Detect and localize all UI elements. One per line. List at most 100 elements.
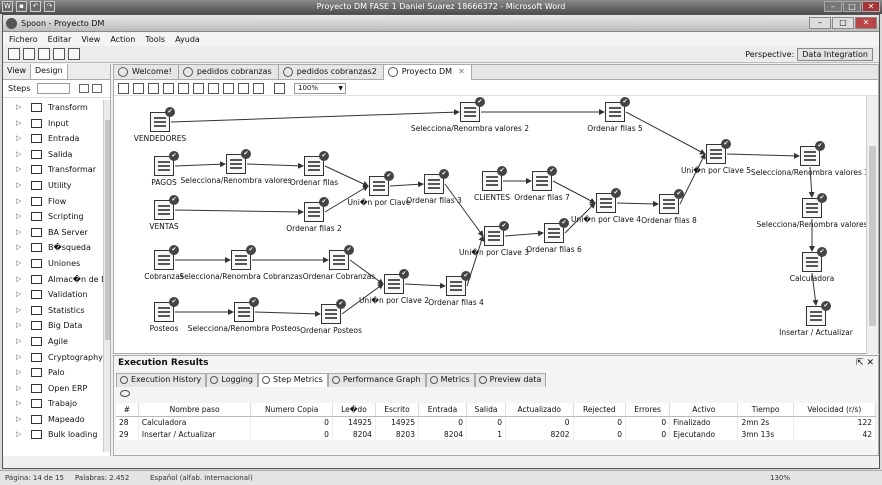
chevron-right-icon[interactable]: ▷ (16, 430, 21, 438)
tree-item[interactable]: ▷ Flow (3, 194, 103, 210)
tree-item[interactable]: ▷ Big Data (3, 318, 103, 334)
eye-icon[interactable] (120, 390, 130, 397)
tree-item[interactable]: ▷ Cryptography (3, 350, 103, 366)
tab-pedidos-cobranzas[interactable]: pedidos cobranzas (179, 65, 279, 80)
hop-arrow[interactable] (679, 153, 706, 205)
tree-item[interactable]: ▷ Open ERP (3, 381, 103, 397)
chevron-right-icon[interactable]: ▷ (16, 275, 21, 283)
column-header[interactable]: Velocidad (r/s) (793, 403, 877, 417)
tree-item[interactable]: ▷ Utility (3, 178, 103, 194)
spoon-maximize-button[interactable]: □ (832, 17, 854, 29)
tree-item[interactable]: ▷ Scripting (3, 209, 103, 225)
chevron-right-icon[interactable]: ▷ (16, 134, 21, 142)
page-count[interactable]: Página: 14 de 15 (5, 474, 64, 482)
chevron-right-icon[interactable]: ▷ (16, 368, 21, 376)
menu-fichero[interactable]: Fichero (9, 33, 38, 46)
hop-arrow[interactable] (504, 230, 544, 237)
explore-repository-icon[interactable] (38, 48, 50, 60)
language[interactable]: Español (alfab. internacional) (150, 474, 253, 482)
maximize-button[interactable]: □ (843, 1, 861, 12)
hop-arrow[interactable] (444, 183, 484, 237)
tree-item[interactable]: ▷ Transformar (3, 162, 103, 178)
maximize-panel-icon[interactable]: ⇱ (856, 358, 864, 368)
menu-action[interactable]: Action (110, 33, 135, 46)
menu-editar[interactable]: Editar (48, 33, 72, 46)
tree-item[interactable]: ▷ Agile (3, 334, 103, 350)
tab-welcome[interactable]: Welcome! (114, 65, 179, 80)
tree-item[interactable]: ▷ Input (3, 116, 103, 132)
tab-step-metrics[interactable]: Step Metrics (258, 373, 328, 387)
tab-design[interactable]: Design (30, 64, 68, 79)
hop-arrow[interactable] (170, 109, 460, 123)
column-header[interactable]: Activo (669, 403, 739, 417)
steps-scrollbar[interactable] (103, 100, 110, 452)
column-header[interactable]: # (116, 403, 139, 417)
tree-item[interactable]: ▷ Entrada (3, 131, 103, 147)
tab-proyecto-dm[interactable]: Proyecto DM ✕ (383, 65, 472, 80)
canvas-scrollbar[interactable] (866, 96, 878, 354)
word-count[interactable]: Palabras: 2.452 (75, 474, 129, 482)
column-header[interactable]: Numero Copia (250, 403, 333, 417)
hop-arrow[interactable] (254, 310, 321, 317)
chevron-right-icon[interactable]: ▷ (16, 259, 21, 267)
tab-view[interactable]: View (3, 64, 31, 79)
chevron-right-icon[interactable]: ▷ (16, 290, 21, 298)
zoom-level[interactable]: 130% (770, 474, 790, 482)
zoom-select[interactable]: 100% ▼ (294, 83, 346, 94)
tab-metrics[interactable]: Metrics (425, 373, 475, 387)
column-header[interactable]: Tiempo (737, 403, 794, 417)
expand-all-icon[interactable] (79, 84, 89, 93)
tab-execution-history[interactable]: Execution History (116, 373, 207, 387)
column-header[interactable]: Salida (466, 403, 506, 417)
chevron-right-icon[interactable]: ▷ (16, 150, 21, 158)
chevron-right-icon[interactable]: ▷ (16, 399, 21, 407)
debug-icon[interactable] (178, 83, 189, 94)
tree-item[interactable]: ▷ Palo (3, 365, 103, 381)
tree-item[interactable]: ▷ Bulk loading (3, 427, 103, 443)
scrollbar-thumb[interactable] (105, 120, 110, 340)
impact-icon[interactable] (223, 83, 234, 94)
hop-arrow[interactable] (404, 282, 446, 289)
tab-performance-graph[interactable]: Performance Graph (327, 373, 426, 387)
chevron-right-icon[interactable]: ▷ (16, 197, 21, 205)
chevron-right-icon[interactable]: ▷ (16, 353, 21, 361)
close-tab-icon[interactable]: ✕ (458, 67, 465, 76)
column-header[interactable]: Actualizado (505, 403, 574, 417)
column-header[interactable]: Errores (625, 403, 671, 417)
table-row[interactable]: 29 Insertar / Actualizar 0 8204 8203 8204 1 820… (116, 428, 877, 440)
tree-item[interactable]: ▷ Trabajo (3, 396, 103, 412)
verify-icon[interactable] (208, 83, 219, 94)
tree-item[interactable]: ▷ B�squeda (3, 240, 103, 256)
run-icon[interactable] (118, 83, 129, 94)
column-header[interactable]: Escrito (375, 403, 419, 417)
scrollbar-thumb[interactable] (869, 146, 876, 326)
menu-tools[interactable]: Tools (145, 33, 165, 46)
chevron-right-icon[interactable]: ▷ (16, 337, 21, 345)
collapse-all-icon[interactable] (92, 84, 102, 93)
steps-search-input[interactable] (37, 83, 70, 94)
tree-item[interactable]: ▷ Validation (3, 287, 103, 303)
tab-logging[interactable]: Logging (206, 373, 259, 387)
hop-arrow[interactable] (389, 181, 424, 188)
chevron-right-icon[interactable]: ▷ (16, 384, 21, 392)
show-results-icon[interactable] (274, 83, 285, 94)
save-icon[interactable] (53, 48, 65, 60)
spoon-close-button[interactable]: ✕ (855, 17, 877, 29)
hop-arrow[interactable] (174, 161, 226, 168)
column-header[interactable]: Entrada (418, 403, 468, 417)
menu-view[interactable]: View (81, 33, 100, 46)
table-row[interactable]: 28 Calculadora 0 14925 14925 0 0 0 0 0 Finalizado 2… (116, 416, 877, 428)
minimize-button[interactable]: – (824, 1, 842, 12)
stop-icon[interactable] (148, 83, 159, 94)
spoon-minimize-button[interactable]: – (809, 17, 831, 29)
tree-item[interactable]: ▷ Statistics (3, 303, 103, 319)
chevron-right-icon[interactable]: ▷ (16, 321, 21, 329)
chevron-right-icon[interactable]: ▷ (16, 103, 21, 111)
preview-icon[interactable] (163, 83, 174, 94)
tree-item[interactable]: ▷ Almac�n de D (3, 272, 103, 288)
tree-item[interactable]: ▷ Uniones (3, 256, 103, 272)
menu-ayuda[interactable]: Ayuda (175, 33, 200, 46)
pause-icon[interactable] (133, 83, 144, 94)
transformation-canvas[interactable]: ✔ VENDEDORES ✔ Selecciona/Renombra valores … (114, 96, 869, 354)
hop-arrow[interactable] (616, 200, 659, 207)
